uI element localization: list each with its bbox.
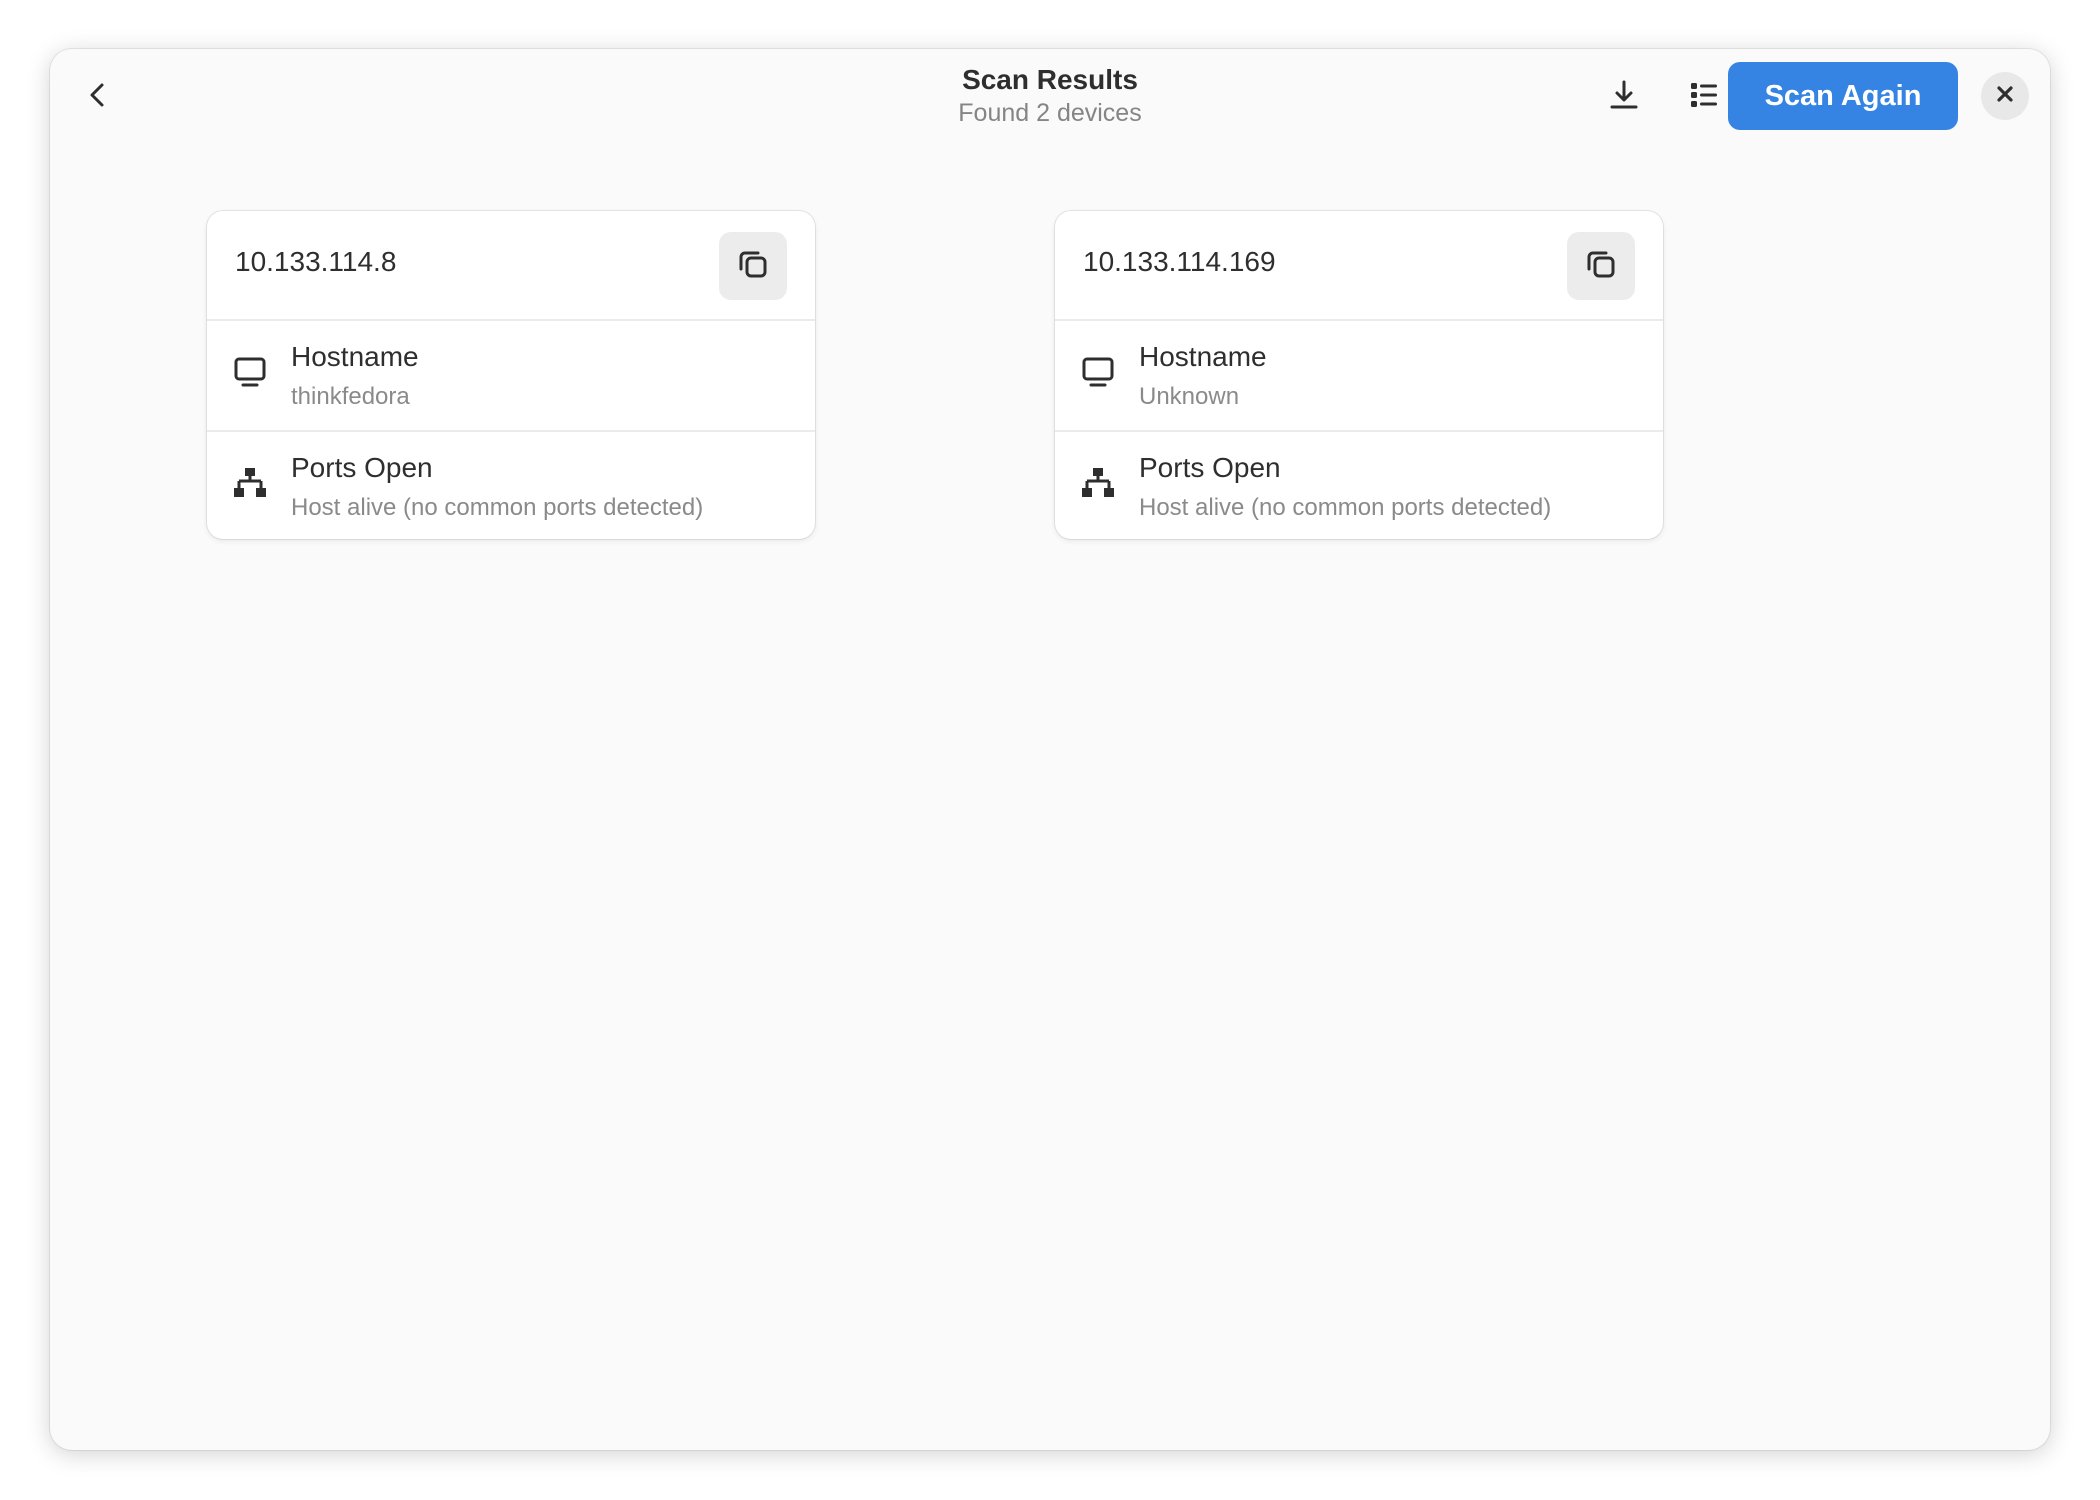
device-card: 10.133.114.169 Hostname Unknown Ports Op… [1055,211,1663,539]
chevron-left-icon [83,80,113,115]
hostname-label: Hostname [291,341,419,372]
hostname-label: Hostname [1139,341,1267,372]
copy-ip-button[interactable] [719,232,787,300]
ports-label: Ports Open [1139,452,1281,483]
app-window: Scan Results Found 2 devices Scan Again … [50,49,2050,1450]
hostname-row: Hostname thinkfedora [207,321,815,430]
device-card-header: 10.133.114.8 [207,211,815,321]
header-bar: Scan Results Found 2 devices Scan Again [50,49,2050,145]
computer-icon [233,355,267,389]
device-card: 10.133.114.8 Hostname thinkfedora Ports … [207,211,815,539]
list-icon [1688,79,1720,116]
close-button[interactable] [1981,72,2029,120]
ports-label: Ports Open [291,452,433,483]
title-block: Scan Results Found 2 devices [750,63,1350,129]
ip-address: 10.133.114.169 [1083,246,1276,277]
download-button[interactable] [1596,73,1652,121]
network-icon [233,466,267,500]
ports-row: Ports Open Host alive (no common ports d… [1055,430,1663,539]
copy-icon [1584,247,1618,286]
ip-address: 10.133.114.8 [235,246,397,277]
download-icon [1608,79,1640,116]
back-button[interactable] [70,73,126,121]
device-card-header: 10.133.114.169 [1055,211,1663,321]
page-title: Scan Results [962,64,1138,95]
ports-row: Ports Open Host alive (no common ports d… [207,430,815,539]
computer-icon [1081,355,1115,389]
ports-value: Host alive (no common ports detected) [1139,494,1552,521]
network-icon [1081,466,1115,500]
page-subtitle: Found 2 devices [958,99,1142,127]
hostname-value: Unknown [1139,383,1240,410]
ports-value: Host alive (no common ports detected) [291,494,704,521]
hostname-row: Hostname Unknown [1055,321,1663,430]
copy-ip-button[interactable] [1567,232,1635,300]
hostname-value: thinkfedora [291,383,410,410]
close-icon [1995,84,2015,109]
list-view-button[interactable] [1676,73,1732,121]
scan-again-button[interactable]: Scan Again [1728,62,1958,130]
copy-icon [736,247,770,286]
